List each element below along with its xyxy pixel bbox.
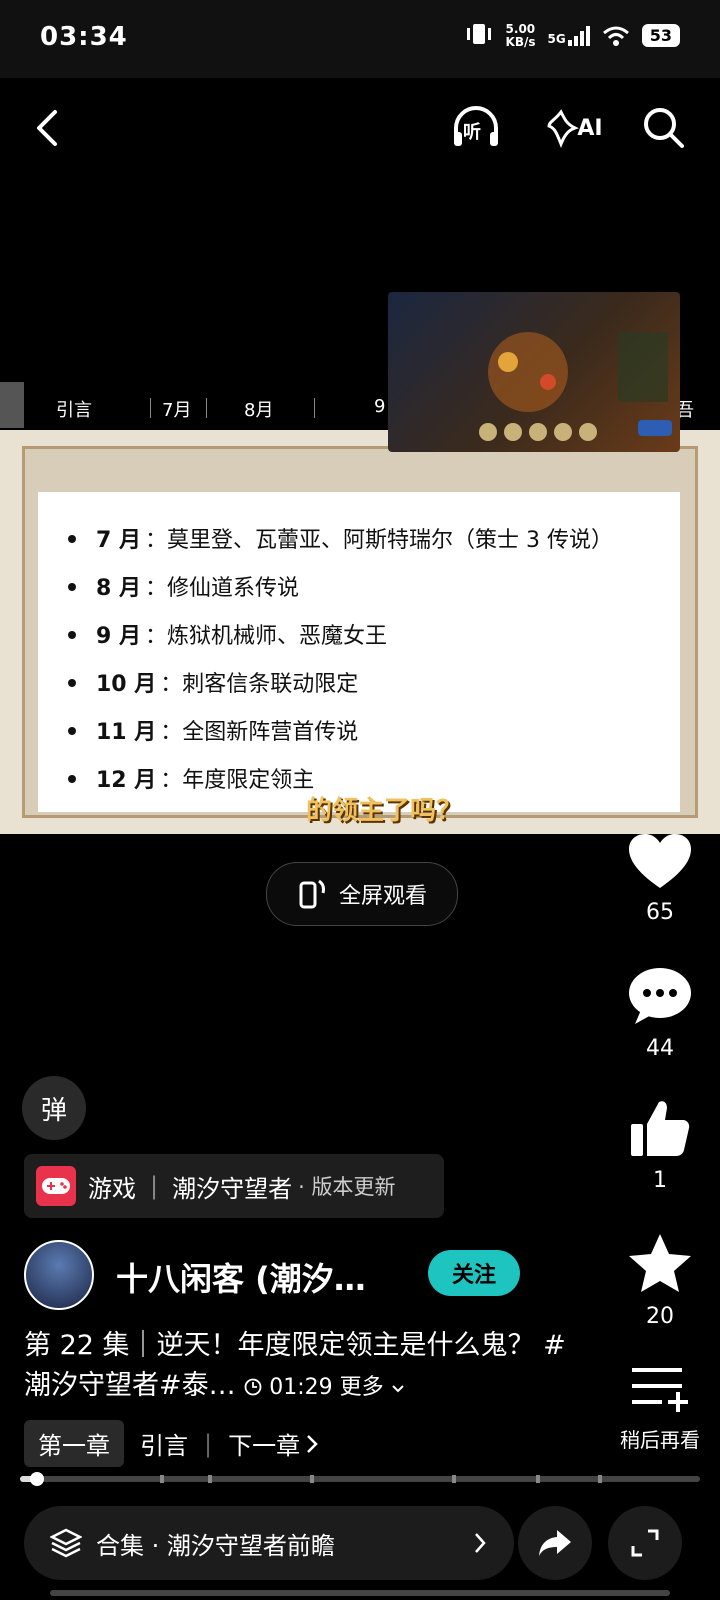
chapter-tick — [310, 1475, 314, 1483]
thumbs-up-count: 1 — [653, 1168, 667, 1193]
chapter-tag[interactable]: 第一章 — [24, 1420, 124, 1467]
fullscreen-button[interactable]: 全屏观看 — [266, 862, 458, 926]
like-button[interactable]: 65 — [610, 832, 710, 925]
watch-later-label: 稍后再看 — [620, 1428, 700, 1452]
share-button[interactable] — [518, 1506, 592, 1580]
list-item: 11 月：全图新阵营首传说 — [68, 714, 358, 746]
chapter-july[interactable]: 7月 — [162, 396, 191, 422]
video-description[interactable]: 第 22 集｜逆天！年度限定领主是什么鬼？ #潮汐守望者#泰… 01:29 更多 — [24, 1326, 584, 1408]
wifi-icon — [602, 26, 629, 46]
video-subtitle: 的领主了吗？ — [306, 796, 463, 826]
video-duration: 01:29 — [269, 1375, 333, 1400]
expand-button[interactable] — [608, 1506, 682, 1580]
chapter-tick — [536, 1475, 540, 1483]
listen-label: 听 — [463, 122, 481, 143]
favorite-button[interactable]: 20 — [610, 1232, 710, 1329]
chapter-divider — [314, 398, 315, 418]
chevron-right-icon — [475, 1533, 486, 1553]
author-name[interactable]: 十八闲客 (潮汐… — [116, 1254, 366, 1300]
slide-list-card: 7 月：莫里登、瓦蕾亚、阿斯特瑞尔（策士 3 传说） 8 月：修仙道系传说 9 … — [38, 492, 680, 812]
chapter-tick — [160, 1475, 164, 1483]
search-icon — [644, 108, 684, 148]
status-icons: 5.00 KB/s 5G 53 — [464, 22, 680, 49]
chevron-down-icon — [391, 1385, 404, 1393]
home-indicator — [50, 1590, 670, 1596]
current-chapter: 引言 — [140, 1432, 188, 1460]
star-icon — [629, 1234, 691, 1292]
comment-icon — [629, 968, 691, 1024]
clock-icon — [244, 1378, 262, 1396]
game-screenshot-overlay — [388, 292, 680, 452]
progress-knob[interactable] — [29, 1472, 44, 1486]
thumbs-up-button[interactable]: 1 — [610, 1098, 710, 1193]
chapter-divider — [150, 398, 151, 418]
chapter-row: 第一章 引言 | 下一章 — [24, 1420, 318, 1467]
collection-label: 合集 · 潮汐守望者前瞻 — [96, 1531, 335, 1560]
signal-icon — [567, 25, 590, 46]
rotate-screen-icon — [299, 879, 325, 909]
like-count: 65 — [646, 900, 674, 925]
list-item: 7 月：莫里登、瓦蕾亚、阿斯特瑞尔（策士 3 传说） — [68, 522, 613, 554]
chapter-sept[interactable]: 9 — [374, 396, 385, 417]
chapter-tick — [452, 1475, 456, 1483]
game-tag-bar[interactable]: 游戏 | 潮汐守望者 · 版本更新 — [24, 1154, 444, 1218]
listen-button[interactable]: 听 — [446, 100, 506, 156]
author-avatar[interactable] — [24, 1240, 94, 1310]
more-link[interactable]: 更多 — [340, 1375, 384, 1400]
ai-button[interactable]: AI — [542, 100, 606, 156]
chapter-divider — [206, 398, 207, 418]
list-item: 9 月：炼狱机械师、恶魔女王 — [68, 618, 387, 650]
comment-button[interactable]: 44 — [610, 966, 710, 1061]
search-button[interactable] — [636, 100, 692, 156]
list-item: 8 月：修仙道系传说 — [68, 570, 299, 602]
layers-icon — [50, 1528, 82, 1558]
chapter-row-divider: | — [204, 1429, 213, 1458]
follow-button[interactable]: 关注 — [428, 1250, 520, 1296]
tag-category: 游戏 — [88, 1174, 136, 1203]
fullscreen-label: 全屏观看 — [338, 884, 427, 909]
favorite-count: 20 — [646, 1304, 674, 1329]
net-speed-unit: KB/s — [505, 34, 536, 49]
expand-icon — [631, 1529, 659, 1557]
watch-later-button[interactable]: 稍后再看 — [610, 1364, 710, 1453]
tag-divider: | — [150, 1172, 159, 1200]
watch-later-icon — [632, 1368, 688, 1412]
chapter-tick — [598, 1475, 602, 1483]
ai-sparkle-icon — [547, 109, 580, 148]
danmu-toggle[interactable]: 弹 — [22, 1076, 86, 1140]
list-item: 12 月：年度限定领主 — [68, 762, 314, 794]
comment-count: 44 — [646, 1036, 674, 1061]
network-type: 5G — [547, 31, 566, 46]
vibrate-icon — [464, 22, 494, 49]
thumbs-up-icon — [631, 1101, 690, 1156]
collection-bar[interactable]: 合集 · 潮汐守望者前瞻 — [24, 1506, 514, 1580]
next-chapter-label: 下一章 — [228, 1432, 301, 1460]
ai-label: AI — [577, 115, 603, 141]
chevron-right-icon — [307, 1434, 318, 1453]
danmu-label: 弹 — [40, 1095, 67, 1126]
chapter-bar-edge — [0, 382, 24, 428]
battery-indicator: 53 — [641, 24, 680, 47]
back-arrow-icon — [37, 110, 57, 146]
list-item: 10 月：刺客信条联动限定 — [68, 666, 358, 698]
chapter-intro[interactable]: 引言 — [56, 396, 92, 422]
next-chapter-button[interactable]: 下一章 — [228, 1426, 318, 1461]
chapter-tick — [208, 1475, 212, 1483]
tag-sub: · 版本更新 — [298, 1175, 396, 1199]
share-arrow-icon — [539, 1530, 571, 1556]
back-button[interactable] — [20, 100, 76, 156]
status-time: 03:34 — [40, 22, 128, 52]
tag-game: 潮汐守望者 — [172, 1174, 293, 1203]
net-speed-value: 5.00 — [505, 21, 536, 36]
heart-icon — [629, 834, 691, 888]
chapter-august[interactable]: 8月 — [244, 396, 273, 422]
gamepad-icon — [36, 1166, 76, 1206]
